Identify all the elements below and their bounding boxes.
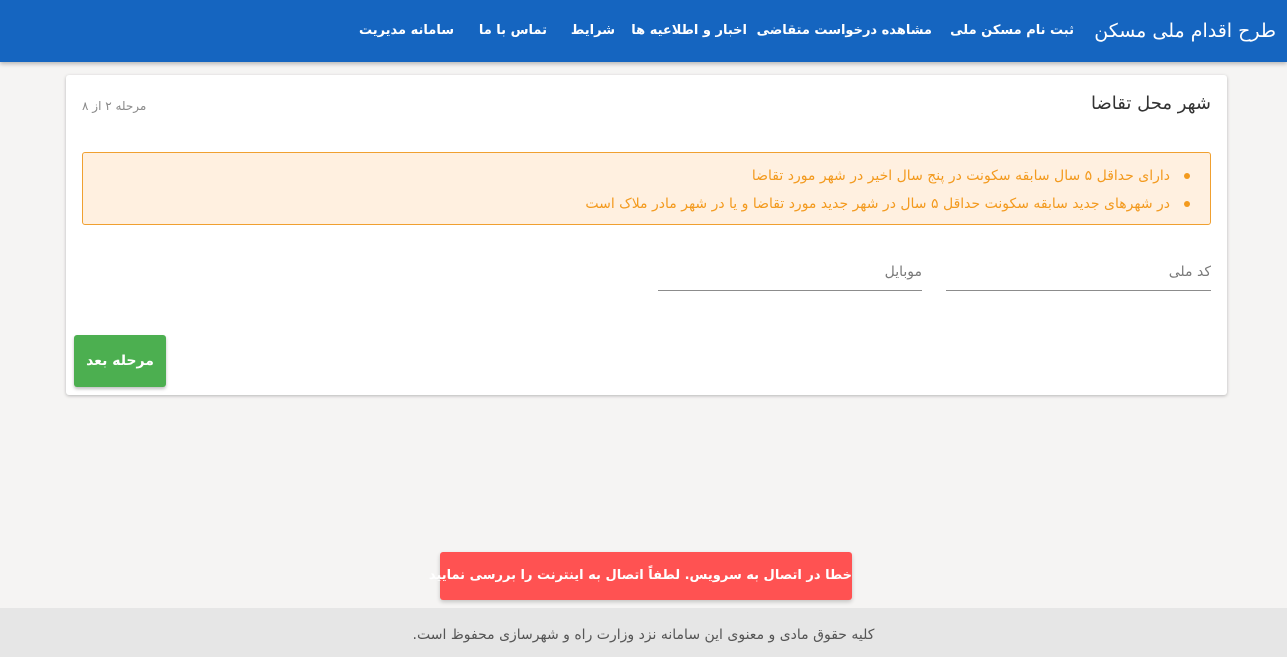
step-indicator: مرحله ۲ از ۸ — [82, 99, 147, 113]
request-card: شهر محل تقاضا مرحله ۲ از ۸ دارای حداقل ۵… — [66, 75, 1227, 395]
conditions-alert: دارای حداقل ۵ سال سابقه سکونت در پنج سال… — [82, 152, 1211, 225]
footer: کلیه حقوق مادی و معنوی این سامانه نزد وز… — [0, 608, 1287, 657]
nav-view-request[interactable]: مشاهده درخواست متقاضی — [757, 0, 932, 62]
card-title: شهر محل تقاضا — [1090, 93, 1211, 114]
mobile-input[interactable] — [658, 255, 922, 289]
national-code-field — [946, 255, 1211, 291]
nav-register[interactable]: ثبت نام مسکن ملی — [950, 0, 1074, 62]
alert-item-text: دارای حداقل ۵ سال سابقه سکونت در پنج سال… — [751, 168, 1170, 184]
alert-item: دارای حداقل ۵ سال سابقه سکونت در پنج سال… — [585, 162, 1194, 190]
next-step-button[interactable]: مرحله بعد — [74, 335, 166, 387]
brand-title[interactable]: طرح اقدام ملی مسکن — [1094, 0, 1276, 62]
national-code-input[interactable] — [946, 255, 1211, 289]
top-navbar: طرح اقدام ملی مسکن ثبت نام مسکن ملی مشاه… — [0, 0, 1287, 62]
nav-admin[interactable]: سامانه مدیریت — [359, 0, 454, 62]
error-toast[interactable]: خطا در اتصال به سرویس. لطفاً اتصال به ای… — [429, 552, 852, 600]
footer-copyright: کلیه حقوق مادی و معنوی این سامانه نزد وز… — [412, 627, 875, 643]
nav-conditions[interactable]: شرایط — [571, 0, 615, 62]
alert-item: در شهرهای جدید سابقه سکونت حداقل ۵ سال د… — [585, 190, 1194, 218]
alert-item-text: در شهرهای جدید سابقه سکونت حداقل ۵ سال د… — [585, 196, 1170, 212]
nav-contact[interactable]: تماس با ما — [479, 0, 547, 62]
bullet-icon — [1184, 201, 1190, 207]
nav-news[interactable]: اخبار و اطلاعیه ها — [631, 0, 747, 62]
bullet-icon — [1184, 173, 1190, 179]
mobile-field — [658, 255, 922, 291]
